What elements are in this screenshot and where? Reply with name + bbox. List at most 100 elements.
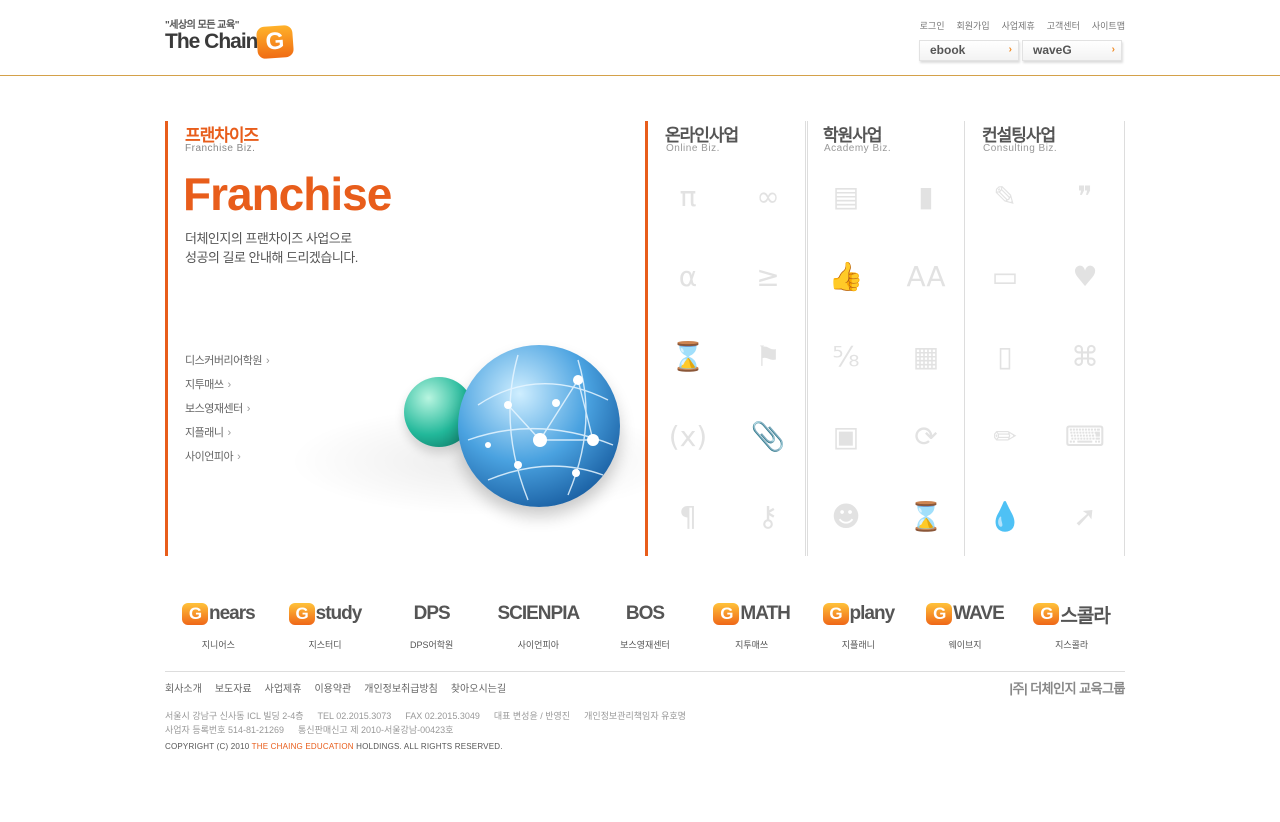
press-link[interactable]: 보도자료 <box>215 680 252 695</box>
online-biz-column: 온라인사업 Online Biz. π ∞ α ≥ ⌛ ⚑ (x) 📎 ¶ ⚷ <box>648 121 808 556</box>
privacy-officer-text: 개인정보관리책임자 유호명 <box>584 711 686 721</box>
brand-item[interactable]: Gnears 지니어스 <box>163 596 273 651</box>
franchise-link-label: 지플래니 <box>185 427 224 439</box>
waveg-button-label: waveG <box>1033 43 1072 57</box>
laptop-icon: ▭ <box>991 259 1019 293</box>
brand-logo: G WAVE <box>910 596 1020 632</box>
key-icon: ⚷ <box>757 499 779 533</box>
brand-name: 웨이브지 <box>948 640 982 650</box>
chevron-right-icon: › <box>1111 44 1115 55</box>
signup-link[interactable]: 회원가입 <box>957 19 990 32</box>
logo[interactable]: "세상의 모든 교육" The Chain G <box>165 16 300 60</box>
brand-item[interactable]: BOS 보스영재센터 <box>590 596 700 651</box>
copyright: COPYRIGHT (C) 2010 THE CHAING EDUCATION … <box>165 742 503 751</box>
franchise-link[interactable]: 지투매쓰 › <box>185 376 269 400</box>
brand-item[interactable]: G 스콜라 지스콜라 <box>1017 596 1127 651</box>
company-intro-link[interactable]: 회사소개 <box>165 680 202 695</box>
footer-divider <box>165 671 1125 672</box>
brand-g-mark: G <box>181 603 208 625</box>
brand-logo-text: 스콜라 <box>1060 605 1110 627</box>
brand-name: 지플래니 <box>841 640 875 650</box>
brand-logo-text: BOS <box>625 603 665 624</box>
franchise-link[interactable]: 디스커버리어학원 › <box>185 352 270 376</box>
logo-text: The Chain <box>165 30 259 53</box>
ebook-button[interactable]: ebook › <box>919 40 1019 61</box>
chevron-right-icon: › <box>227 427 231 439</box>
hourglass-icon: ⌛ <box>908 499 944 533</box>
franchise-link-label: 지투매쓰 <box>185 379 224 391</box>
brand-logo-text: DPS <box>413 603 451 624</box>
brand-name: 보스영재센터 <box>620 640 670 650</box>
partnership-link[interactable]: 사업제휴 <box>265 680 302 695</box>
customer-center-link[interactable]: 고객센터 <box>1047 19 1080 32</box>
franchise-link[interactable]: 보스영재센터 › <box>185 400 269 424</box>
font-size-icon: AA <box>906 259 946 293</box>
thumbs-up-icon: 👍 <box>828 259 864 293</box>
business-section: 프랜차이즈 Franchise Biz. Franchise 더체인지의 프랜차… <box>165 121 1125 556</box>
fraction-icon: ⅝ <box>832 339 860 373</box>
online-biz-title-en: Online Biz. <box>666 143 720 154</box>
pen-icon: ✎ <box>993 179 1017 213</box>
alpha-icon: α <box>678 259 698 293</box>
terms-link[interactable]: 이용약관 <box>314 680 351 695</box>
brand-item[interactable]: Gstudy 지스터디 <box>270 596 380 651</box>
franchise-links: 디스커버리어학원 › 지투매쓰 › 보스영재센터 › 지플래니 › 사이언피아 › <box>185 352 270 472</box>
pilcrow-icon: ¶ <box>679 499 697 533</box>
paperclip-icon: 📎 <box>750 419 786 453</box>
brand-item[interactable]: Gplany 지플래니 <box>803 596 913 651</box>
greater-equal-icon: ≥ <box>756 259 780 293</box>
address-text: 서울시 강남구 신사동 ICL 빌딩 2-4층 <box>165 711 304 721</box>
command-icon: ⌘ <box>1071 339 1099 373</box>
chevron-right-icon: › <box>265 355 270 367</box>
footer-nav: 회사소개 보도자료 사업제휴 이용약관 개인정보취급방침 찾아오시는길 <box>165 680 506 695</box>
pi-icon: π <box>679 179 697 213</box>
brand-logo: DPS <box>377 596 487 632</box>
footer-address-line: 사업자 등록번호 514-81-21269 통신판매신고 제 2010-서울강남-… <box>165 723 700 737</box>
brand-name: DPS어학원 <box>409 640 454 650</box>
business-number-text: 사업자 등록번호 514-81-21269 <box>165 725 285 735</box>
globe-network-illustration <box>458 345 620 507</box>
franchise-panel: 프랜차이즈 Franchise Biz. Franchise 더체인지의 프랜차… <box>165 121 648 556</box>
clipboard-icon: ▯ <box>997 339 1013 373</box>
franchise-headline: Franchise <box>183 168 392 220</box>
consulting-biz-title-en: Consulting Biz. <box>983 143 1058 154</box>
privacy-link[interactable]: 개인정보취급방침 <box>364 680 438 695</box>
brand-g-mark: G <box>926 603 953 625</box>
footer-address-line: 서울시 강남구 신사동 ICL 빌딩 2-4층 TEL 02.2015.3073 F… <box>165 709 700 723</box>
infinity-icon: ∞ <box>756 179 780 213</box>
academy-biz-column: 학원사업 Academy Biz. ▤ ▮ 👍 AA ⅝ ▦ ▣ ⟳ ☻ ⌛ <box>805 121 965 556</box>
heart-icon: ♥ <box>1072 259 1098 293</box>
brand-item[interactable]: SCIENPIA 사이언피아 <box>483 596 593 651</box>
brand-item[interactable]: G MATH 지투매쓰 <box>697 596 807 651</box>
brand-logo-text: plany <box>849 603 896 624</box>
brand-g-mark: G <box>1033 603 1060 625</box>
notebook-icon: ▦ <box>912 339 940 373</box>
tel-text: TEL 02.2015.3073 <box>317 711 392 721</box>
ebook-button-label: ebook <box>930 43 966 57</box>
logo-g-mark: G <box>255 24 295 60</box>
quote-icon: ❞ <box>1077 179 1093 213</box>
hourglass-icon: ⌛ <box>670 339 706 373</box>
mail-order-text: 통신판매신고 제 2010-서울강남-00423호 <box>298 725 454 735</box>
franchise-link-label: 디스커버리어학원 <box>185 355 262 367</box>
flag-icon: ⚑ <box>755 339 781 373</box>
franchise-link[interactable]: 지플래니 › <box>185 424 269 448</box>
partnership-link[interactable]: 사업제휴 <box>1002 19 1035 32</box>
brand-item[interactable]: G WAVE 웨이브지 <box>910 596 1020 651</box>
sitemap-link[interactable]: 사이트맵 <box>1092 19 1125 32</box>
chevron-right-icon: › <box>227 379 231 391</box>
academy-biz-title-en: Academy Biz. <box>824 143 892 154</box>
pencil-icon: ✏ <box>993 419 1017 453</box>
brand-logo-text: SCIENPIA <box>497 603 580 624</box>
directions-link[interactable]: 찾아오시는길 <box>451 680 506 695</box>
franchise-description: 더체인지의 프랜차이즈 사업으로 성공의 길로 안내해 드리겠습니다. <box>185 229 358 267</box>
fax-text: FAX 02.2015.3049 <box>405 711 480 721</box>
login-link[interactable]: 로그인 <box>920 19 945 32</box>
document-icon: ▤ <box>832 179 860 213</box>
brand-item[interactable]: DPS DPS어학원 <box>377 596 487 651</box>
franchise-link[interactable]: 사이언피아 › <box>185 448 269 472</box>
waveg-button[interactable]: waveG › <box>1022 40 1122 61</box>
keyboard-icon: ⌨ <box>1064 419 1106 453</box>
chevron-right-icon: › <box>237 451 241 463</box>
franchise-desc-line: 성공의 길로 안내해 드리겠습니다. <box>185 250 358 265</box>
